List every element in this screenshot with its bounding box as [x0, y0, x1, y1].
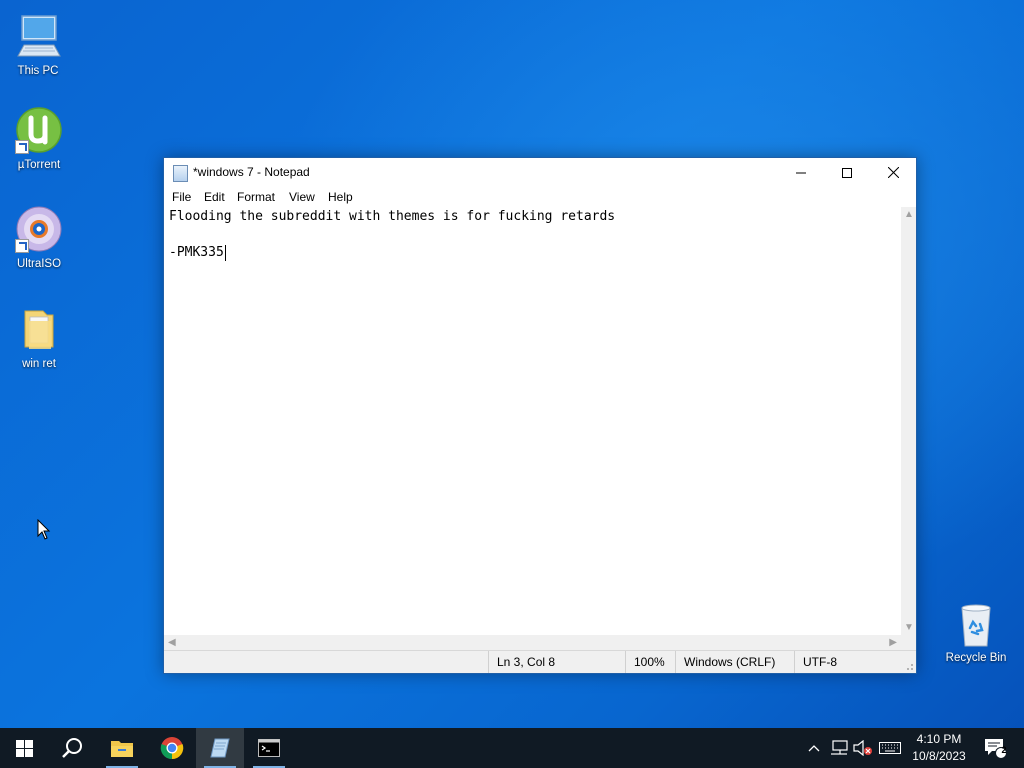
text-caret — [225, 245, 226, 261]
status-zoom: 100% — [625, 651, 680, 673]
notepad-window: *windows 7 - Notepad File Edit Format Vi… — [163, 157, 917, 674]
menu-help[interactable]: Help — [328, 190, 353, 204]
volume-muted-icon — [853, 740, 872, 756]
maximize-button[interactable] — [824, 158, 870, 187]
scroll-right-icon[interactable]: ▶ — [889, 637, 897, 648]
desktop-icon-win-ret[interactable]: win ret — [1, 305, 77, 371]
show-hidden-icons-button[interactable] — [804, 728, 824, 768]
clock-date: 10/8/2023 — [912, 749, 966, 763]
close-button[interactable] — [870, 158, 916, 187]
resize-grip-icon[interactable] — [904, 661, 914, 671]
maximize-icon — [842, 167, 852, 178]
network-icon — [831, 740, 848, 755]
taskbar-command-prompt[interactable] — [245, 728, 293, 768]
editor-line-3: -PMK335 — [169, 245, 224, 260]
recycle-bin-icon — [952, 600, 1000, 648]
desktop-icon-label: µTorrent — [17, 159, 61, 171]
shortcut-arrow-icon — [15, 140, 29, 154]
scrollbar-corner — [901, 635, 916, 651]
horizontal-scrollbar[interactable]: ◀ ▶ — [164, 635, 901, 651]
status-encoding: UTF-8 — [794, 651, 893, 673]
vertical-scrollbar[interactable]: ▲ ▼ — [901, 207, 916, 635]
title-bar[interactable]: *windows 7 - Notepad — [164, 158, 916, 187]
notification-count-badge: 2 — [1001, 745, 1007, 755]
close-icon — [887, 167, 899, 178]
desktop-icon-utorrent[interactable]: µTorrent — [1, 106, 77, 172]
menu-file[interactable]: File — [172, 190, 191, 204]
action-center-button[interactable]: 2 — [978, 728, 1012, 768]
menu-edit[interactable]: Edit — [204, 190, 225, 204]
status-line-ending: Windows (CRLF) — [675, 651, 794, 673]
keyboard-icon — [879, 742, 901, 754]
start-icon — [15, 739, 33, 757]
search-button[interactable] — [48, 728, 96, 768]
network-tray-button[interactable] — [828, 728, 850, 768]
taskbar-clock[interactable]: 4:10 PM 10/8/2023 — [906, 731, 972, 765]
desktop-icon-recycle-bin[interactable]: Recycle Bin — [940, 600, 1012, 664]
taskbar-chrome[interactable] — [148, 728, 196, 768]
desktop-icon-label: win ret — [22, 358, 56, 370]
minimize-icon — [796, 172, 806, 173]
clock-time: 4:10 PM — [916, 732, 962, 746]
menu-bar: File Edit Format View Help — [164, 187, 916, 207]
start-button[interactable] — [0, 728, 48, 768]
minimize-button[interactable] — [778, 158, 824, 187]
desktop-icon-label: UltraISO — [16, 258, 62, 270]
utorrent-icon — [15, 106, 63, 154]
editor-line-1: Flooding the subreddit with themes is fo… — [169, 209, 616, 224]
desktop-icon-label: Recycle Bin — [945, 652, 1007, 664]
scroll-left-icon[interactable]: ◀ — [168, 637, 176, 648]
scroll-up-icon[interactable]: ▲ — [904, 209, 914, 220]
notepad-app-icon — [173, 165, 188, 182]
search-icon — [62, 738, 82, 758]
scroll-down-icon[interactable]: ▼ — [904, 622, 914, 633]
desktop-icon-this-pc[interactable]: This PC — [0, 12, 76, 78]
taskbar-notepad[interactable] — [196, 728, 244, 768]
folder-icon — [15, 305, 63, 353]
mouse-cursor-icon — [37, 519, 51, 540]
chrome-icon — [160, 737, 184, 760]
taskbar-file-explorer[interactable] — [98, 728, 146, 768]
file-explorer-icon — [111, 741, 133, 757]
shortcut-arrow-icon — [15, 239, 29, 253]
volume-tray-button[interactable] — [852, 728, 874, 768]
disc-icon — [15, 205, 63, 253]
desktop-icon-label: This PC — [17, 65, 59, 77]
menu-view[interactable]: View — [289, 190, 315, 204]
chevron-up-icon — [808, 745, 820, 752]
window-title: *windows 7 - Notepad — [193, 165, 310, 179]
menu-format[interactable]: Format — [237, 190, 275, 204]
notepad-icon — [210, 738, 230, 758]
taskbar: 4:10 PM 10/8/2023 2 — [0, 728, 1024, 768]
keyboard-tray-button[interactable] — [877, 728, 903, 768]
text-editor-area[interactable]: Flooding the subreddit with themes is fo… — [164, 207, 901, 635]
status-position: Ln 3, Col 8 — [488, 651, 627, 673]
status-bar: Ln 3, Col 8 100% Windows (CRLF) UTF-8 — [164, 650, 916, 673]
desktop-icon-ultraiso[interactable]: UltraISO — [1, 205, 77, 271]
command-prompt-icon — [258, 739, 280, 757]
computer-icon — [14, 12, 62, 60]
